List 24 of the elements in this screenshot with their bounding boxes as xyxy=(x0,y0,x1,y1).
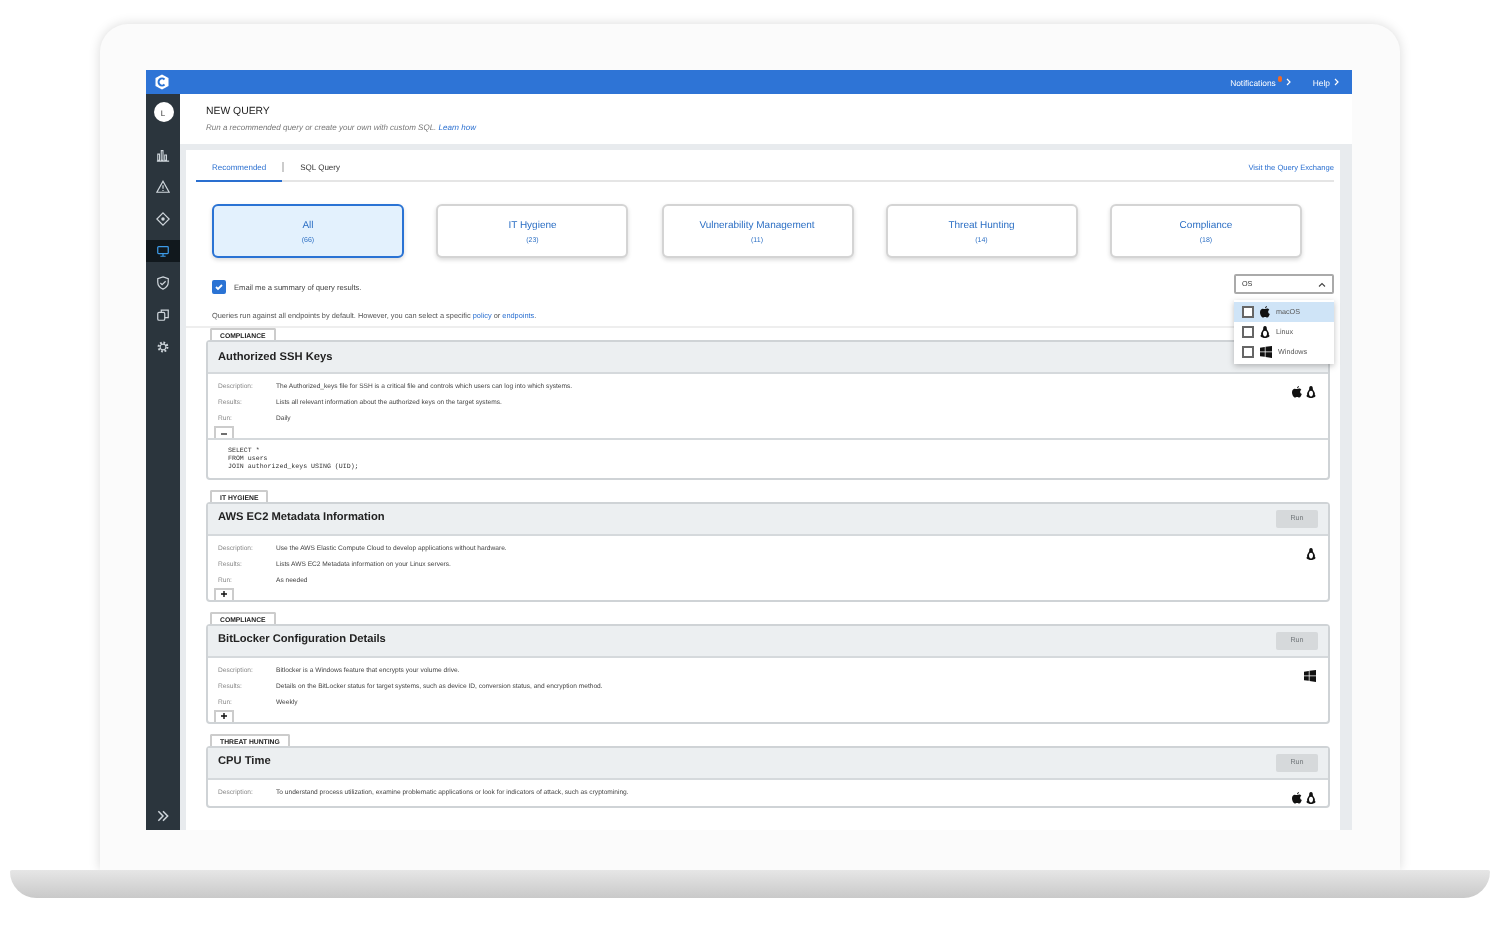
expand-button[interactable] xyxy=(214,587,234,600)
penguin-icon xyxy=(1260,326,1270,338)
windows-logo-icon xyxy=(1260,346,1272,358)
minus-icon xyxy=(220,429,228,437)
email-checkbox[interactable] xyxy=(212,280,226,294)
crosshair-icon xyxy=(156,212,170,226)
option-checkbox[interactable] xyxy=(1242,306,1254,318)
plus-icon xyxy=(220,712,228,721)
shield-check-icon xyxy=(156,276,170,290)
warning-icon xyxy=(156,180,170,194)
bar-chart-icon xyxy=(156,148,170,162)
plus-icon xyxy=(220,590,228,599)
sidebar-item[interactable] xyxy=(146,240,180,262)
option-checkbox[interactable] xyxy=(1242,326,1254,338)
apple-icon xyxy=(1260,306,1270,318)
gear-icon xyxy=(156,340,170,354)
double-chevron-icon[interactable] xyxy=(156,810,170,822)
option-checkbox[interactable] xyxy=(1242,346,1254,358)
collapse-button[interactable] xyxy=(214,426,234,438)
expand-button[interactable] xyxy=(214,709,234,722)
copy-icon xyxy=(156,308,170,322)
chevron-right-icon xyxy=(1334,78,1340,86)
chevron-right-icon xyxy=(1286,78,1293,86)
monitor-icon xyxy=(156,244,170,258)
